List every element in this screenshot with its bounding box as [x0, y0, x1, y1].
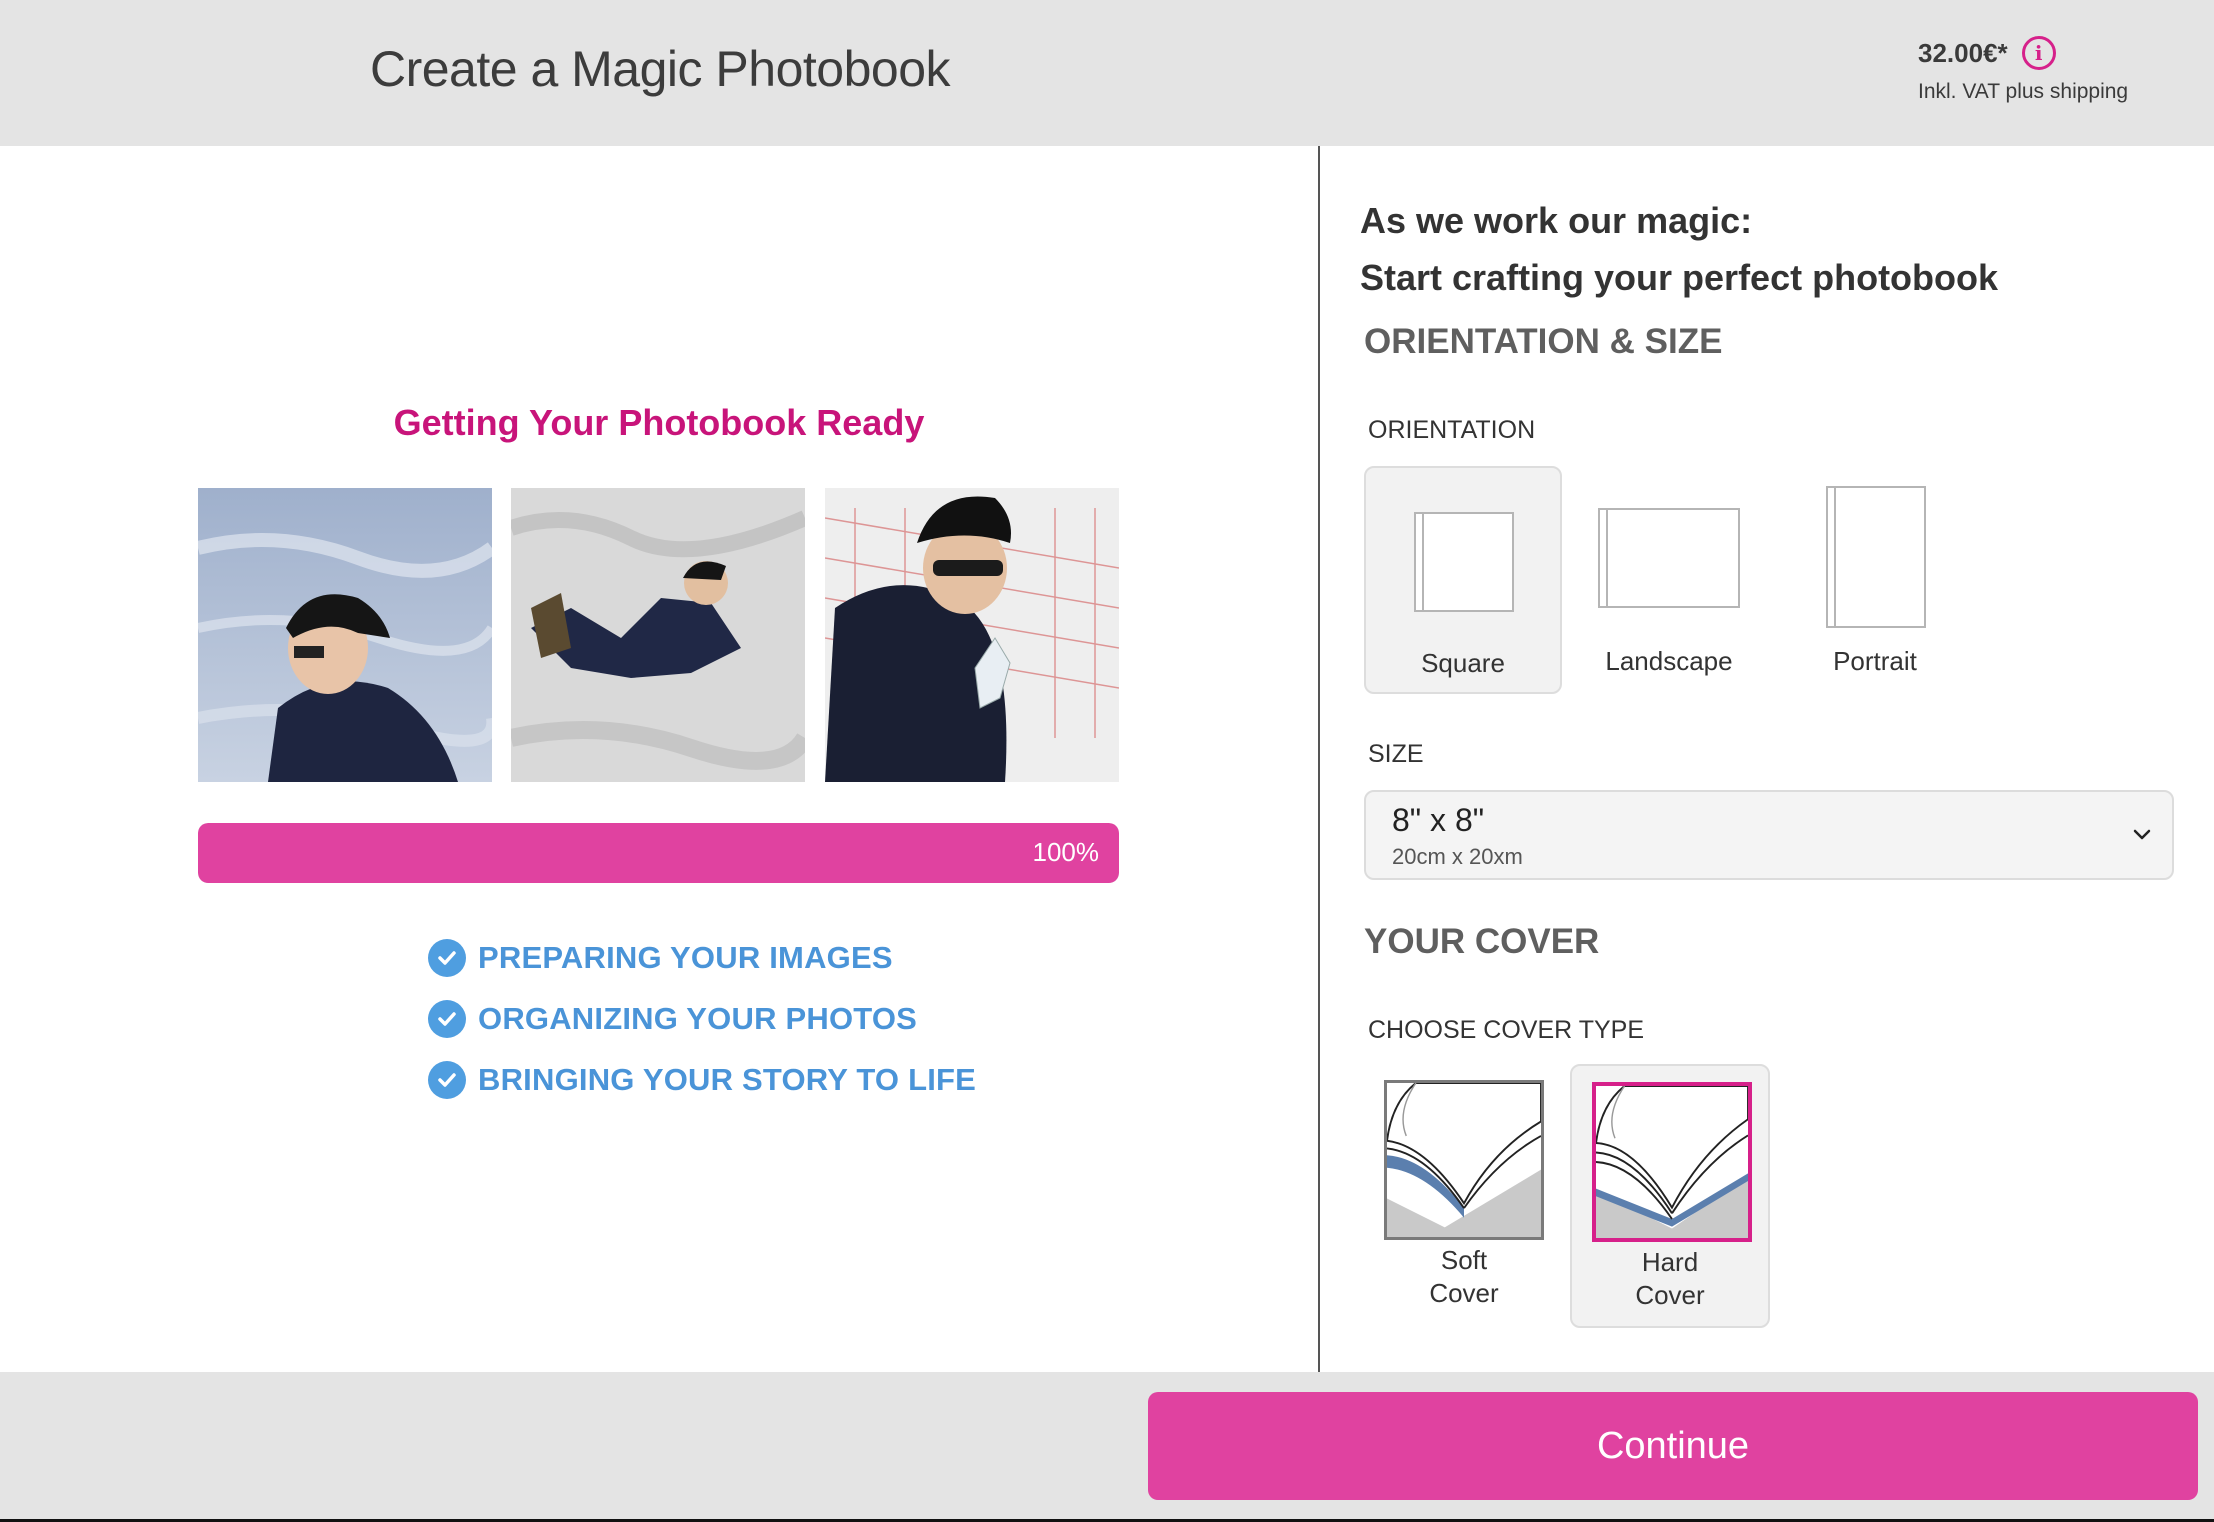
progress-steps: PREPARING YOUR IMAGES ORGANIZING YOUR PH…: [428, 938, 976, 1121]
progress-fill: 100%: [198, 823, 1119, 883]
footer-bar: Continue: [0, 1372, 2214, 1522]
progress-bar: 100%: [198, 823, 1119, 883]
photo-thumbnail-1: [198, 488, 492, 782]
step-item: PREPARING YOUR IMAGES: [428, 938, 976, 978]
cover-label-line2: Cover: [1429, 1278, 1499, 1308]
continue-button[interactable]: Continue: [1148, 1392, 2198, 1500]
price-box: 32.00€* i Inkl. VAT plus shipping: [1918, 36, 2128, 104]
info-icon[interactable]: i: [2021, 36, 2056, 70]
cover-label-line1: Soft: [1440, 1245, 1488, 1275]
hard-cover-icon: [1592, 1082, 1752, 1242]
photo-thumbnail-2: [511, 488, 805, 782]
size-label: SIZE: [1368, 740, 1424, 768]
panel-divider: [1318, 146, 1320, 1372]
landscape-book-icon: [1598, 508, 1740, 608]
orientation-option-label: Landscape: [1605, 646, 1733, 676]
cover-option-label: Hard Cover: [1572, 1246, 1768, 1312]
page-title: Create a Magic Photobook: [369, 41, 951, 97]
progress-percent: 100%: [1032, 837, 1100, 867]
price: 32.00€*: [1918, 37, 2008, 68]
progress-title: Getting Your Photobook Ready: [393, 402, 925, 443]
size-select[interactable]: 8" x 8" 20cm x 20xm: [1364, 790, 2174, 880]
panel-heading: As we work our magic: Start crafting you…: [1360, 192, 1998, 306]
orientation-size-section-title: ORIENTATION & SIZE: [1364, 322, 1723, 361]
cover-label-line2: Cover: [1635, 1280, 1705, 1310]
orientation-option-label: Portrait: [1833, 646, 1917, 676]
cover-option-label: Soft Cover: [1364, 1244, 1564, 1310]
cover-option-soft[interactable]: Soft Cover: [1364, 1064, 1564, 1328]
orientation-option-landscape[interactable]: Landscape: [1570, 466, 1768, 694]
cover-label-line1: Hard: [1641, 1247, 1699, 1277]
check-circle-icon: [428, 939, 466, 977]
header-bar: Create a Magic Photobook 32.00€* i Inkl.…: [0, 0, 2214, 146]
soft-cover-icon: [1384, 1080, 1544, 1240]
photo-thumbnail-3: [825, 488, 1119, 782]
orientation-option-portrait[interactable]: Portrait: [1776, 466, 1974, 694]
portrait-book-icon: [1826, 486, 1926, 628]
size-subvalue: 20cm x 20xm: [1392, 844, 1523, 869]
size-value: 8" x 8": [1392, 802, 1485, 838]
cover-section-title: YOUR COVER: [1364, 922, 1600, 961]
step-label: ORGANIZING YOUR PHOTOS: [478, 1001, 918, 1036]
panel-heading-line1: As we work our magic:: [1360, 200, 1753, 241]
step-item: ORGANIZING YOUR PHOTOS: [428, 999, 976, 1039]
chevron-down-icon: [2133, 829, 2151, 840]
check-circle-icon: [428, 1061, 466, 1099]
step-item: BRINGING YOUR STORY TO LIFE: [428, 1060, 976, 1100]
cover-option-hard[interactable]: Hard Cover: [1570, 1064, 1770, 1328]
panel-heading-line2: Start crafting your perfect photobook: [1360, 257, 1999, 298]
step-label: PREPARING YOUR IMAGES: [478, 940, 893, 975]
cover-type-label: CHOOSE COVER TYPE: [1368, 1016, 1644, 1044]
orientation-option-square[interactable]: Square: [1364, 466, 1562, 694]
step-label: BRINGING YOUR STORY TO LIFE: [478, 1062, 977, 1097]
check-circle-icon: [428, 1000, 466, 1038]
square-book-icon: [1414, 512, 1514, 612]
vat-note: Inkl. VAT plus shipping: [1918, 80, 2129, 103]
orientation-option-label: Square: [1421, 648, 1505, 678]
orientation-label: ORIENTATION: [1368, 416, 1536, 444]
